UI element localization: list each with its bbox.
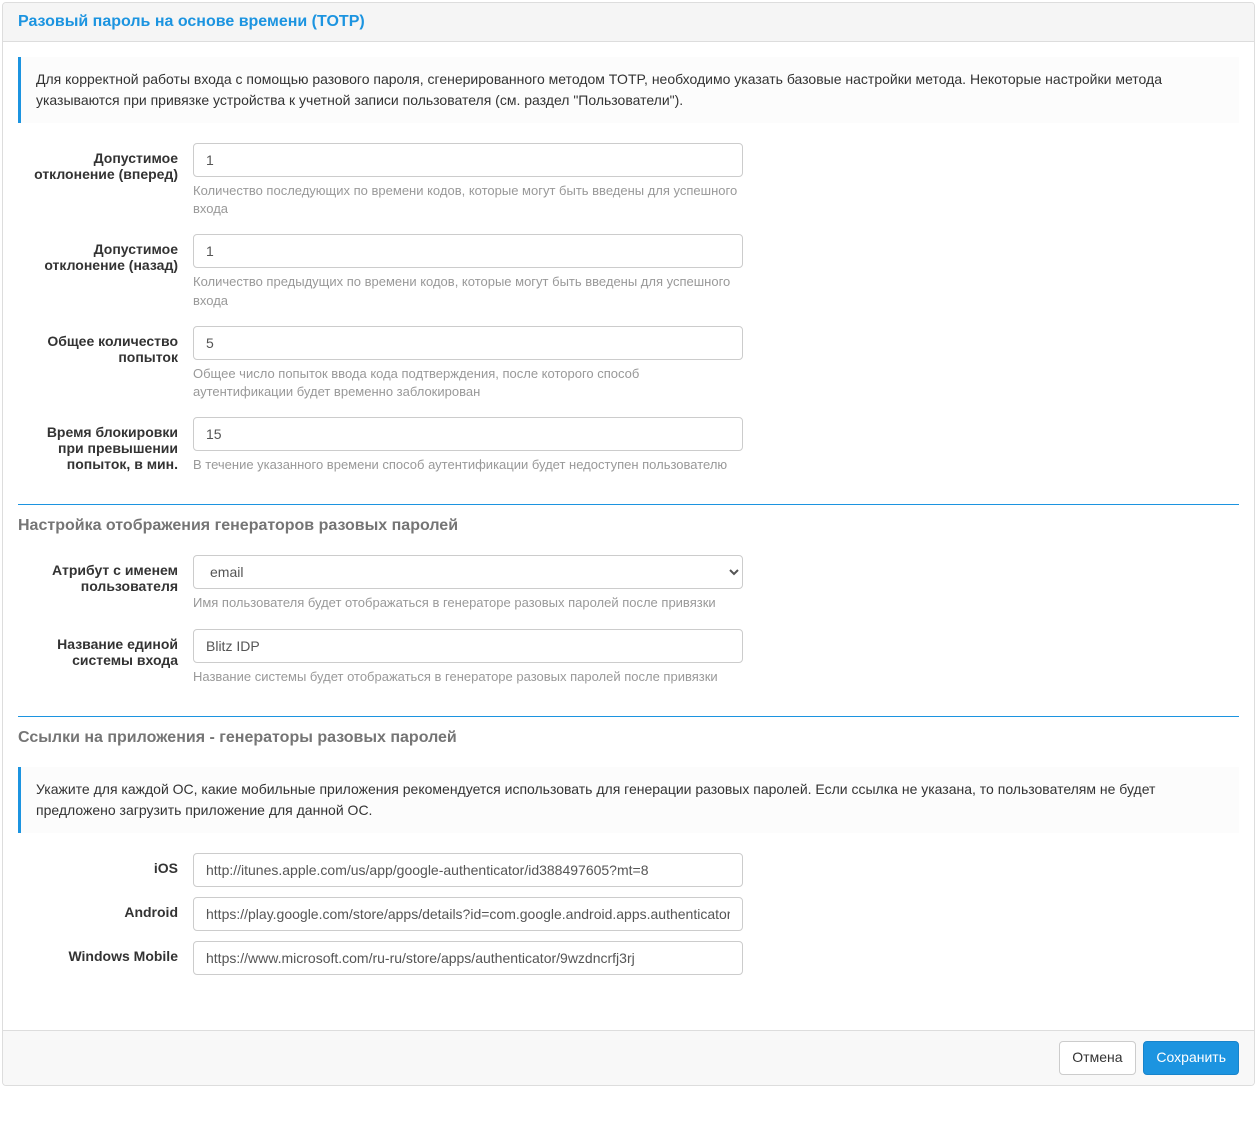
label-system-name: Название единой системы входа bbox=[18, 629, 193, 668]
input-ios[interactable] bbox=[193, 853, 743, 887]
row-attempts: Общее количество попыток Общее число поп… bbox=[18, 326, 1239, 401]
label-look-ahead: Допустимое отклонение (вперед) bbox=[18, 143, 193, 182]
panel-title: Разовый пароль на основе времени (TOTP) bbox=[18, 13, 1239, 31]
row-windows: Windows Mobile bbox=[18, 941, 1239, 975]
label-attempts: Общее количество попыток bbox=[18, 326, 193, 365]
help-system-name: Название системы будет отображаться в ге… bbox=[193, 668, 743, 686]
row-look-ahead: Допустимое отклонение (вперед) Количеств… bbox=[18, 143, 1239, 218]
input-attempts[interactable] bbox=[193, 326, 743, 360]
cancel-button[interactable]: Отмена bbox=[1059, 1041, 1135, 1075]
help-attempts: Общее число попыток ввода кода подтвержд… bbox=[193, 365, 743, 401]
row-look-back: Допустимое отклонение (назад) Количество… bbox=[18, 234, 1239, 309]
panel-header: Разовый пароль на основе времени (TOTP) bbox=[3, 3, 1254, 42]
section-title-links: Ссылки на приложения - генераторы разовы… bbox=[18, 729, 1239, 747]
help-look-back: Количество предыдущих по времени кодов, … bbox=[193, 273, 743, 309]
label-ios: iOS bbox=[18, 853, 193, 876]
row-ios: iOS bbox=[18, 853, 1239, 887]
totp-settings-panel: Разовый пароль на основе времени (TOTP) … bbox=[2, 2, 1255, 1086]
section-divider-display bbox=[18, 504, 1239, 505]
select-username-attr[interactable]: email bbox=[193, 555, 743, 589]
label-android: Android bbox=[18, 897, 193, 920]
section-divider-links bbox=[18, 716, 1239, 717]
input-lock-time[interactable] bbox=[193, 417, 743, 451]
row-system-name: Название единой системы входа Название с… bbox=[18, 629, 1239, 686]
label-look-back: Допустимое отклонение (назад) bbox=[18, 234, 193, 273]
panel-footer: Отмена Сохранить bbox=[3, 1030, 1254, 1085]
label-windows: Windows Mobile bbox=[18, 941, 193, 964]
help-look-ahead: Количество последующих по времени кодов,… bbox=[193, 182, 743, 218]
section-title-display: Настройка отображения генераторов разовы… bbox=[18, 517, 1239, 535]
help-lock-time: В течение указанного времени способ ауте… bbox=[193, 456, 743, 474]
input-look-back[interactable] bbox=[193, 234, 743, 268]
links-note: Укажите для каждой ОС, какие мобильные п… bbox=[18, 767, 1239, 833]
panel-body: Для корректной работы входа с помощью ра… bbox=[3, 42, 1254, 1030]
save-button[interactable]: Сохранить bbox=[1143, 1041, 1239, 1075]
help-username-attr: Имя пользователя будет отображаться в ге… bbox=[193, 594, 743, 612]
row-lock-time: Время блокировки при превышении попыток,… bbox=[18, 417, 1239, 474]
row-android: Android bbox=[18, 897, 1239, 931]
row-username-attr: Атрибут с именем пользователя email Имя … bbox=[18, 555, 1239, 612]
input-windows[interactable] bbox=[193, 941, 743, 975]
input-android[interactable] bbox=[193, 897, 743, 931]
label-username-attr: Атрибут с именем пользователя bbox=[18, 555, 193, 594]
input-system-name[interactable] bbox=[193, 629, 743, 663]
intro-note: Для корректной работы входа с помощью ра… bbox=[18, 57, 1239, 123]
input-look-ahead[interactable] bbox=[193, 143, 743, 177]
label-lock-time: Время блокировки при превышении попыток,… bbox=[18, 417, 193, 472]
